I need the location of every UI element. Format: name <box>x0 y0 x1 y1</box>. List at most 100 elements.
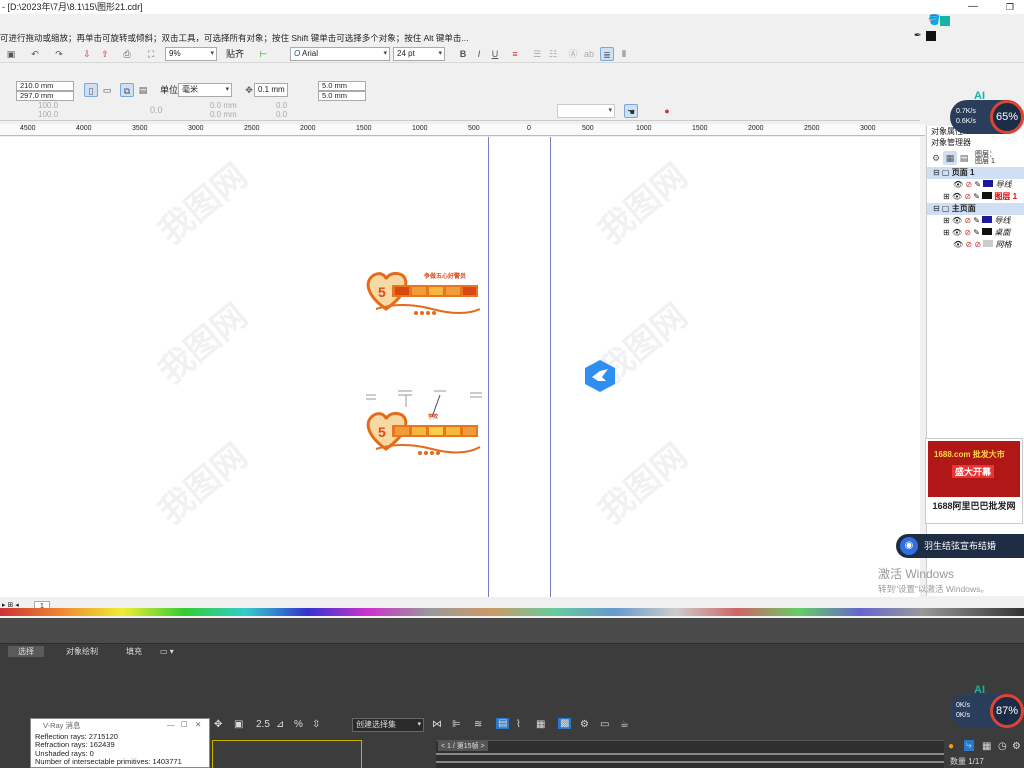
design-artwork-bottom[interactable]: 5 学校 <box>362 389 484 457</box>
render-setup-icon[interactable]: ⚙ <box>580 719 589 730</box>
ribbon-icon[interactable]: ▤ <box>496 718 510 729</box>
duplicate-y-field[interactable]: 5.0 mm <box>318 91 366 101</box>
hand-tool-icon[interactable]: ☚ <box>624 104 638 118</box>
align-guides-icon[interactable]: ⊢ <box>256 47 270 61</box>
guideline[interactable] <box>550 137 551 597</box>
text-edit-icon[interactable]: ab <box>582 47 596 61</box>
schematic-icon[interactable]: ▦ <box>536 719 545 730</box>
snap-2-5-icon[interactable]: 2.5 <box>256 719 270 730</box>
scale-y-value[interactable]: 100.0 <box>38 110 58 120</box>
settings-icon[interactable]: ⚙ <box>1012 741 1021 752</box>
numbered-list-icon[interactable]: ☷ <box>546 47 560 61</box>
restore-icon[interactable]: ❐ <box>1006 0 1014 14</box>
pos-y-value[interactable]: 0.0 mm <box>210 110 237 120</box>
angle-snap-icon[interactable]: ⊿ <box>276 719 284 730</box>
network-speed-widget-top[interactable]: AI 0.7K/s 0.6K/s 65% <box>950 90 1024 134</box>
offset-y-value[interactable]: 0.0 <box>276 110 287 120</box>
view-options-icon[interactable]: ⚙ <box>929 151 943 165</box>
move-icon[interactable]: ✥ <box>214 719 222 730</box>
import-icon[interactable]: ⇩ <box>80 47 94 61</box>
pen-icon[interactable]: ✒ <box>914 30 922 41</box>
sun-icon[interactable]: ● <box>948 741 954 752</box>
tab-populate[interactable]: 填充 <box>126 646 142 657</box>
timeline-track[interactable]: < 1 / 第15帧 > <box>436 740 944 768</box>
render-frame-icon[interactable]: ▣ <box>234 719 243 730</box>
angle-value[interactable]: 0.0 <box>150 103 163 117</box>
tree-row-grid[interactable]: 👁 ⊘ ⊘ 网格 <box>927 239 1024 251</box>
design-artwork-top[interactable]: 5 争做五心好警员 <box>362 269 481 317</box>
tab-object-manager[interactable]: 对象管理器 <box>927 137 1024 149</box>
tree-row-guides[interactable]: 👁 ⊘ ✎ 导线 <box>927 179 1024 191</box>
tab-select[interactable]: 选择 <box>8 646 44 657</box>
bold-icon[interactable]: B <box>456 47 470 61</box>
watermark: 我图网 <box>151 156 255 252</box>
export-icon[interactable]: ⇧ <box>98 47 112 61</box>
align-icon[interactable]: ⊫ <box>452 719 461 730</box>
timeline-bar <box>436 753 944 755</box>
grid-icon[interactable]: ▦ <box>982 741 991 752</box>
color-options-icon[interactable]: ● <box>660 104 674 118</box>
portrait-icon[interactable]: ▯ <box>84 83 98 97</box>
guideline[interactable] <box>488 137 489 597</box>
horizontal-text-icon[interactable]: ≣ <box>600 47 614 61</box>
print-icon[interactable]: ⎙ <box>120 47 134 61</box>
mirror-icon[interactable]: ⋈ <box>432 719 442 730</box>
all-pages-icon[interactable]: ⧉ <box>120 83 134 97</box>
minimize-icon[interactable]: — <box>167 720 175 729</box>
color-palette[interactable] <box>0 608 1024 616</box>
page-height-field[interactable]: 297.0 mm <box>16 91 74 101</box>
vertical-text-icon[interactable]: ⦀ <box>617 47 631 61</box>
text-align-icon[interactable]: ≡ <box>508 47 522 61</box>
rendered-frame-icon[interactable]: ▭ <box>600 719 609 730</box>
minimize-icon[interactable]: — <box>968 0 978 14</box>
save-icon[interactable]: ▣ <box>4 47 18 61</box>
percent-snap-icon[interactable]: % <box>294 719 303 730</box>
selection-set-combo[interactable]: 创建选择集 ▾ <box>352 718 424 732</box>
ad-popup[interactable]: 1688.com 批发大市 盛大开幕 1688阿里巴巴批发网 <box>925 438 1023 524</box>
clock-icon[interactable]: ◷ <box>998 741 1007 752</box>
tree-row-master-guides[interactable]: ⊞ 👁 ⊘ ✎ 导线 <box>927 215 1024 227</box>
current-page-icon[interactable]: ▤ <box>136 83 150 97</box>
landscape-icon[interactable]: ▭ <box>100 83 114 97</box>
bullet-list-icon[interactable]: ☰ <box>530 47 544 61</box>
zoom-select[interactable]: 9% ▾ <box>165 47 217 61</box>
spinner-snap-icon[interactable]: ⇳ <box>312 719 320 730</box>
outline-color-swatch[interactable] <box>926 31 936 41</box>
material-editor-icon[interactable]: ▩ <box>558 718 572 729</box>
layer-explorer-icon[interactable]: ≋ <box>474 719 482 730</box>
layer-icon[interactable]: ▦ <box>943 151 957 165</box>
undo-icon[interactable]: ↶ <box>28 47 42 61</box>
underline-icon[interactable]: U <box>488 47 502 61</box>
render-teapot-icon[interactable]: ☕ <box>620 719 629 730</box>
style-select[interactable]: ▾ <box>557 104 615 118</box>
redo-icon[interactable]: ↷ <box>52 47 66 61</box>
close-icon[interactable]: ✕ <box>195 720 201 729</box>
nudge-field[interactable]: 0.1 mm <box>254 83 288 97</box>
network-speed-widget-bottom[interactable]: AI 0K/s 0K/s 87% <box>950 684 1024 728</box>
page-icon[interactable]: ▤ <box>957 151 971 165</box>
curve-tool-icon[interactable]: ⤷ <box>964 740 974 751</box>
tab-options-icon[interactable]: ▭ ▾ <box>160 646 174 657</box>
page-width-field[interactable]: 210.0 mm <box>16 81 74 91</box>
fill-color-swatch[interactable] <box>940 16 950 26</box>
vray-message-window[interactable]: V-Ray 消息 — ☐ ✕ Reflection rays: 2715120 … <box>30 718 210 768</box>
fill-bucket-icon[interactable]: 🪣 <box>928 15 940 26</box>
tree-row-master-page[interactable]: ⊟ ▢ 主页面 <box>927 203 1024 215</box>
unit-select[interactable]: 毫米 ▾ <box>178 83 232 97</box>
ruler-tick: 2500 <box>804 125 820 132</box>
char-format-icon[interactable]: Ⓐ <box>566 47 580 61</box>
italic-icon[interactable]: I <box>472 47 486 61</box>
tree-row-page1[interactable]: ⊟ ▢ 页面 1 <box>927 167 1024 179</box>
curve-editor-icon[interactable]: ⌇ <box>516 719 521 730</box>
tree-row-desktop[interactable]: ⊞ 👁 ⊘ ✎ 桌面 <box>927 227 1024 239</box>
duplicate-x-field[interactable]: 5.0 mm <box>318 81 366 91</box>
snap-label[interactable]: 贴齐 <box>226 47 244 61</box>
fullscreen-icon[interactable]: ⛶ <box>144 47 158 61</box>
drawing-canvas[interactable]: 我图网 我图网 我图网 我图网 我图网 我图网 5 争做五心好警员 5 学校 <box>0 137 920 597</box>
maximize-icon[interactable]: ☐ <box>181 720 188 729</box>
font-size-select[interactable]: 24 pt ▾ <box>393 47 445 61</box>
tree-row-layer1[interactable]: ⊞ 👁 ⊘ ✎ 图层 1 <box>927 191 1024 203</box>
news-notice[interactable]: ◉ 羽生结弦宣布结婚 <box>896 534 1024 558</box>
font-name-select[interactable]: O Arial ▾ <box>290 47 390 61</box>
tab-object-paint[interactable]: 对象绘制 <box>66 646 98 657</box>
